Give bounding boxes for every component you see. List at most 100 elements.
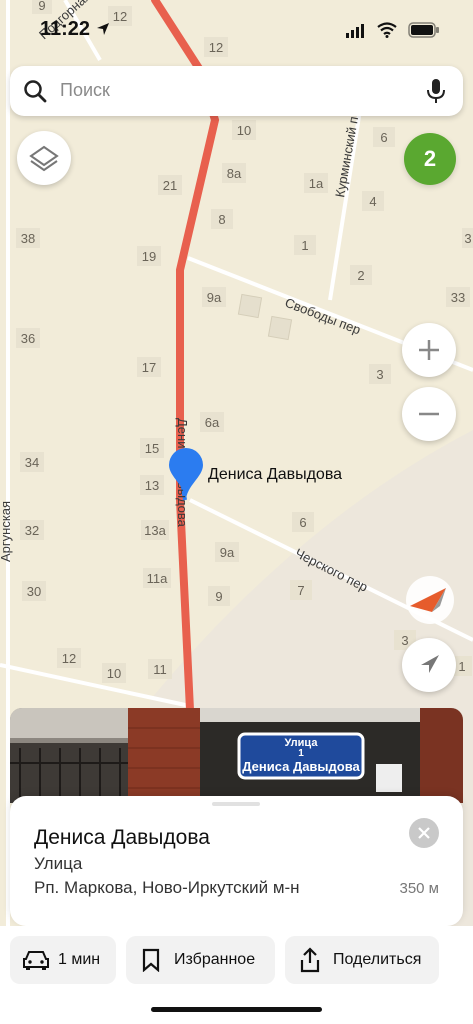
- house-number: 4: [362, 191, 384, 211]
- status-time: 11:22: [40, 18, 91, 40]
- svg-text:33: 33: [451, 290, 465, 305]
- drive-button[interactable]: 1 мин: [10, 936, 116, 984]
- place-distance: 350 м: [399, 880, 439, 897]
- share-button[interactable]: Поделиться: [285, 936, 439, 984]
- svg-text:1: 1: [301, 238, 308, 253]
- place-title: Дениса Давыдова: [34, 826, 210, 849]
- share-label: Поделиться: [333, 951, 422, 968]
- svg-text:9a: 9a: [220, 545, 235, 560]
- layers-button[interactable]: [17, 131, 71, 185]
- house-number: 12: [57, 648, 81, 668]
- house-number: 32: [20, 520, 44, 540]
- favorite-button[interactable]: Избранное: [126, 936, 275, 984]
- house-number: 13a: [141, 520, 169, 540]
- house-number: 6a: [200, 412, 224, 432]
- navigation-arrow-icon: [421, 655, 439, 673]
- svg-text:13a: 13a: [144, 523, 166, 538]
- svg-text:6: 6: [380, 130, 387, 145]
- house-number: 1a: [304, 173, 328, 193]
- street-label-argunskaya: Аргунская: [0, 501, 13, 562]
- house-number: 33: [446, 287, 470, 307]
- bookmark-icon: [142, 948, 160, 972]
- selected-street-label[interactable]: Дениса Давыдова: [208, 466, 342, 484]
- svg-text:38: 38: [21, 231, 35, 246]
- svg-text:3: 3: [376, 367, 383, 382]
- house-number: 17: [137, 357, 161, 377]
- svg-text:11a: 11a: [147, 571, 168, 586]
- street-photo[interactable]: Улица 1 Дениса Давыдова: [10, 708, 463, 803]
- layers-icon: [29, 145, 59, 172]
- house-number: 11: [148, 659, 172, 679]
- svg-text:9a: 9a: [207, 290, 222, 305]
- search-input[interactable]: Поиск: [60, 80, 110, 101]
- house-number: 2: [350, 265, 372, 285]
- svg-text:8: 8: [218, 212, 225, 227]
- sign-name-text: Дениса Давыдова: [242, 759, 360, 774]
- share-icon: [300, 947, 320, 973]
- house-number: 9a: [215, 542, 239, 562]
- zoom-out-button[interactable]: [402, 387, 456, 441]
- svg-text:15: 15: [145, 441, 159, 456]
- svg-text:3: 3: [401, 633, 408, 648]
- house-number: 36: [16, 328, 40, 348]
- svg-text:2: 2: [357, 268, 364, 283]
- drive-time-label: 1 мин: [58, 951, 101, 968]
- place-card[interactable]: Дениса Давыдова Улица Рп. Маркова, Ново-…: [10, 796, 463, 926]
- svg-text:10: 10: [107, 666, 121, 681]
- house-number: 3: [462, 228, 473, 248]
- location-arrow-icon: [97, 23, 109, 35]
- house-number: 34: [20, 452, 44, 472]
- house-number: 6: [292, 512, 314, 532]
- house-number: 21: [158, 175, 182, 195]
- zoom-in-button[interactable]: [402, 323, 456, 377]
- compass-icon[interactable]: [406, 576, 454, 624]
- svg-text:1a: 1a: [309, 176, 324, 191]
- drag-handle[interactable]: [212, 802, 260, 806]
- my-location-button[interactable]: [402, 638, 456, 692]
- home-indicator[interactable]: [151, 1007, 322, 1012]
- search-icon: [24, 80, 47, 103]
- svg-text:21: 21: [163, 178, 177, 193]
- svg-text:30: 30: [27, 584, 41, 599]
- battery-icon: [408, 22, 439, 38]
- svg-text:12: 12: [62, 651, 76, 666]
- svg-text:3: 3: [464, 231, 471, 246]
- house-number: 10: [232, 120, 256, 140]
- house-number: 3: [369, 364, 391, 384]
- house-number: 19: [137, 246, 161, 266]
- house-number: 38: [16, 228, 40, 248]
- svg-text:7: 7: [297, 583, 304, 598]
- house-number: 7: [290, 580, 312, 600]
- house-number: 10: [102, 663, 126, 683]
- plus-icon: [419, 340, 439, 360]
- search-bar[interactable]: Поиск: [10, 66, 463, 116]
- sign-number-text: 1: [298, 748, 304, 759]
- svg-text:34: 34: [25, 455, 39, 470]
- svg-text:17: 17: [142, 360, 156, 375]
- svg-text:8a: 8a: [227, 166, 242, 181]
- svg-text:6: 6: [299, 515, 306, 530]
- car-icon: [23, 951, 49, 970]
- house-number: 15: [140, 438, 164, 458]
- status-bar: 11:22: [0, 0, 473, 60]
- svg-text:9: 9: [215, 589, 222, 604]
- svg-text:10: 10: [237, 123, 251, 138]
- svg-text:19: 19: [142, 249, 156, 264]
- svg-text:11: 11: [153, 662, 167, 677]
- house-number: 9a: [202, 287, 226, 307]
- house-number: 30: [22, 581, 46, 601]
- svg-text:1: 1: [458, 659, 465, 674]
- notification-badge[interactable]: 2: [404, 133, 456, 185]
- close-button[interactable]: [409, 818, 439, 848]
- minus-icon: [419, 412, 439, 416]
- microphone-icon[interactable]: [426, 78, 446, 104]
- place-type: Улица: [34, 854, 83, 873]
- svg-text:32: 32: [25, 523, 39, 538]
- svg-text:6a: 6a: [205, 415, 220, 430]
- house-number: 11a: [143, 568, 171, 588]
- svg-text:36: 36: [21, 331, 35, 346]
- favorite-label: Избранное: [174, 951, 256, 968]
- close-icon: [418, 827, 430, 839]
- wifi-icon: [377, 22, 397, 38]
- signal-icon: [346, 24, 364, 38]
